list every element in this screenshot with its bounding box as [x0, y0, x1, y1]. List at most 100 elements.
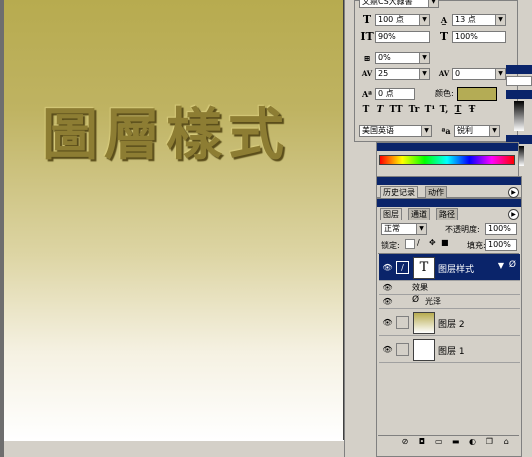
language-value: 美国英语: [362, 125, 394, 135]
folder-icon[interactable]: ▬: [449, 436, 463, 447]
layer-effect-satin-row[interactable]: 👁 Ø 光泽: [379, 295, 520, 309]
chevron-down-icon[interactable]: ▼: [428, 0, 438, 7]
blend-mode-select[interactable]: 正常 ▼: [381, 223, 427, 235]
trash-icon[interactable]: ⌂: [499, 436, 513, 447]
baseline-shift-value: 0 点: [378, 88, 394, 98]
mask-icon[interactable]: ▭: [432, 436, 446, 447]
palette-title-bar[interactable]: [506, 90, 532, 99]
color-palette-title[interactable]: [377, 143, 518, 151]
faux-italic-button[interactable]: T: [373, 105, 387, 118]
chevron-down-icon[interactable]: ▼: [419, 14, 429, 25]
palette-title-bar[interactable]: [506, 65, 532, 74]
effects-expand-icon[interactable]: ▼: [498, 261, 504, 270]
chevron-down-icon[interactable]: ▼: [495, 68, 505, 79]
font-style-select[interactable]: 文鼎CS大隸書 ▼: [359, 0, 439, 8]
lock-transparency-icon[interactable]: [405, 239, 415, 249]
leading-field[interactable]: 13 点 ▼: [452, 13, 506, 26]
layer-row-text[interactable]: 👁 ∕ T 图层样式 ▼ Ø: [379, 254, 520, 281]
opacity-value: 100%: [488, 224, 511, 233]
opacity-field[interactable]: 100%: [485, 223, 517, 235]
chevron-down-icon[interactable]: ▼: [419, 68, 429, 79]
link-icon[interactable]: ⊘: [398, 436, 412, 447]
palette-thumb: [506, 76, 532, 86]
color-label: 颜色:: [435, 89, 454, 98]
tab-history[interactable]: 历史记录: [380, 186, 418, 198]
all-caps-button[interactable]: TT: [387, 105, 405, 118]
tab-actions[interactable]: 动作: [425, 186, 447, 198]
layers-palette-title[interactable]: [377, 199, 521, 207]
effect-satin-label: 光泽: [425, 297, 441, 306]
vertical-scrollbar[interactable]: [344, 0, 352, 457]
new-layer-icon[interactable]: ❐: [482, 436, 496, 447]
chevron-down-icon[interactable]: ▼: [489, 125, 499, 136]
eye-icon[interactable]: 👁: [381, 343, 394, 356]
vertical-scale-icon: IT: [360, 30, 374, 43]
tracking-ratio-field[interactable]: 0% ▼: [375, 51, 430, 64]
palette-menu-icon[interactable]: ▶: [508, 209, 519, 220]
font-size-field[interactable]: 100 点 ▼: [375, 13, 430, 26]
history-palette-title[interactable]: [377, 177, 521, 185]
strikethrough-button[interactable]: Ŧ: [465, 105, 479, 118]
lock-move-icon[interactable]: ✥: [429, 238, 436, 247]
layer-name-text[interactable]: 图层样式: [438, 262, 474, 275]
chevron-down-icon[interactable]: ▼: [421, 125, 431, 136]
layers-palette: 图层 通道 路径 ▶ 正常 ▼ 不透明度: 100% 锁定: ∕ ✥ ■ 填充: …: [376, 198, 522, 457]
effect-icon: Ø: [412, 295, 420, 305]
style-icon[interactable]: ◘: [415, 436, 429, 447]
layer-row-layer1[interactable]: 👁 图层 1: [379, 336, 520, 363]
tab-layers[interactable]: 图层: [380, 208, 402, 220]
layers-list: 👁 ∕ T 图层样式 ▼ Ø 👁 效果 👁 Ø 光泽 👁 图层 2 👁 图层 1: [378, 253, 520, 434]
tab-paths[interactable]: 路径: [436, 208, 458, 220]
tracking-field[interactable]: 0 ▼: [452, 67, 506, 80]
fill-value: 100%: [488, 240, 511, 249]
eye-icon[interactable]: 👁: [381, 295, 394, 308]
vertical-scale-field[interactable]: 90%: [375, 30, 430, 43]
ratio-row: ⊞ 0% ▼: [359, 51, 430, 64]
horizontal-scrollbar[interactable]: [4, 440, 344, 457]
horizontal-scale-field[interactable]: 100%: [452, 30, 506, 43]
layer-name-layer1[interactable]: 图层 1: [438, 344, 465, 357]
faux-bold-button[interactable]: T: [359, 105, 373, 118]
subscript-button[interactable]: T,: [437, 105, 451, 118]
vertical-scale-value: 90%: [378, 31, 396, 41]
chevron-down-icon[interactable]: ▼: [419, 52, 429, 63]
canvas-text-layer[interactable]: 圖層樣式: [42, 90, 290, 171]
fill-field[interactable]: 100%: [485, 239, 517, 251]
superscript-button[interactable]: T¹: [423, 105, 437, 118]
eye-icon[interactable]: 👁: [381, 316, 394, 329]
white-layer-thumbnail: [413, 339, 435, 361]
language-select[interactable]: 美国英语 ▼: [359, 124, 432, 137]
lock-paint-icon[interactable]: ∕: [417, 238, 420, 247]
antialias-value: 锐利: [457, 125, 473, 135]
tab-channels[interactable]: 通道: [408, 208, 430, 220]
chevron-down-icon[interactable]: ▼: [416, 224, 426, 234]
layer-row-layer2[interactable]: 👁 图层 2: [379, 309, 520, 336]
text-color-swatch[interactable]: [456, 86, 497, 101]
small-caps-button[interactable]: Tr: [405, 105, 423, 118]
layer-name-layer2[interactable]: 图层 2: [438, 317, 465, 330]
adjustment-icon[interactable]: ◐: [466, 436, 480, 447]
link-box[interactable]: [396, 316, 409, 329]
tracking-value: 0: [455, 68, 461, 78]
horizontal-scale-icon: T: [439, 30, 449, 43]
color-spectrum-bar[interactable]: [379, 155, 515, 165]
eye-icon[interactable]: 👁: [381, 281, 394, 294]
lock-all-icon[interactable]: ■: [441, 238, 449, 247]
eye-icon[interactable]: 👁: [381, 261, 394, 274]
tracking-icon: AV: [438, 69, 450, 78]
document-canvas[interactable]: [4, 0, 344, 440]
effects-label: 效果: [412, 283, 428, 292]
baseline-shift-field[interactable]: 0 点: [375, 87, 415, 100]
blend-mode-value: 正常: [384, 224, 400, 233]
leading-value: 13 点: [455, 14, 476, 24]
palette-menu-icon[interactable]: ▶: [508, 187, 519, 198]
underline-button[interactable]: T: [451, 105, 465, 118]
layer-effects-row[interactable]: 👁 效果: [379, 281, 520, 295]
antialias-select[interactable]: 锐利 ▼: [454, 124, 500, 137]
layer-style-icon[interactable]: Ø: [509, 260, 516, 270]
chevron-down-icon[interactable]: ▼: [495, 14, 505, 25]
kerning-field[interactable]: 25 ▼: [375, 67, 430, 80]
language-row: 美国英语 ▼ ªa 锐利 ▼: [359, 124, 500, 137]
scale-row: IT 90% T 100%: [359, 30, 506, 43]
link-box[interactable]: [396, 343, 409, 356]
